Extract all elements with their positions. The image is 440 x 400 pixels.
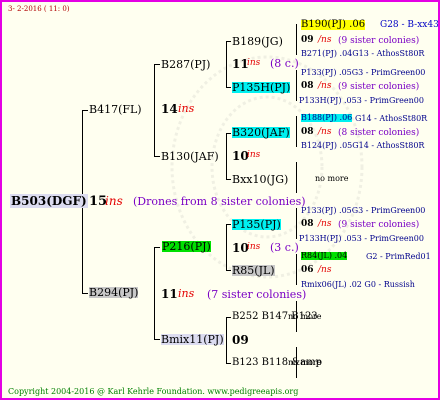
gen3-a-note: (8 c.): [270, 57, 299, 70]
gen2-b-ins: ins: [247, 150, 261, 160]
leaf-0-number: 09: [301, 35, 314, 45]
leaf-1-queen[interactable]: P133(PJ) .05G3 - PrimGreen00: [301, 69, 425, 77]
connector: [296, 208, 297, 239]
gen3-queen-b[interactable]: P135H(PJ): [232, 82, 291, 93]
leaf-2-drone[interactable]: B124(PJ) .05G14 - AthosSt80R: [301, 142, 424, 150]
connector: [154, 339, 160, 340]
leaf-4-queen[interactable]: P133(PJ) .05G3 - PrimGreen00: [301, 207, 425, 215]
connector: [154, 156, 160, 157]
connector: [154, 247, 160, 248]
dam-insemination-number: 11: [161, 287, 178, 301]
leaf-0-ins: /ns: [318, 35, 332, 45]
leaf-1-ins: /ns: [318, 81, 332, 91]
connector: [226, 317, 231, 318]
sire-insemination-number: 14: [161, 102, 178, 116]
leaf-7-no-more: no more: [288, 358, 322, 367]
gen3-queen-c[interactable]: B320(JAF): [232, 127, 290, 138]
gen3-queen-d[interactable]: Bxx10(JG): [232, 174, 288, 185]
connector: [82, 110, 88, 111]
date-stamp: 3- 2-2016 ( 11: 0): [8, 5, 70, 13]
leaf-2-number: 08: [301, 127, 314, 137]
gen3-a-ins: ins: [247, 58, 261, 68]
leaf-6-no-more: no more: [288, 312, 322, 321]
root-queen-id[interactable]: B503(DGF): [10, 194, 88, 208]
leaf-1-drone[interactable]: P133H(PJ) .053 - PrimGreen00: [299, 97, 424, 105]
sire-queen-id[interactable]: B417(FL): [89, 104, 142, 115]
sire-ins-label: ins: [178, 102, 195, 115]
leaf-4-number: 08: [301, 219, 314, 229]
connector: [154, 64, 160, 65]
leaf-5-drone[interactable]: Rmix06(JL) .02 G0 - Russish: [301, 281, 415, 289]
dam-queen-id[interactable]: B294(PJ): [89, 287, 139, 298]
leaf-1-number: 08: [301, 81, 314, 91]
connector: [226, 224, 231, 225]
connector: [226, 363, 231, 364]
leaf-5-number: 06: [301, 265, 314, 275]
connector: [226, 133, 227, 180]
connector: [226, 133, 231, 134]
leaf-4-note: (9 sister colonies): [338, 220, 420, 230]
leaf-2-queen[interactable]: B188(PJ) .06: [301, 114, 353, 122]
connector: [226, 317, 227, 364]
connector: [226, 179, 231, 180]
leaf-0-queen[interactable]: B190(PJ) .06: [301, 20, 366, 30]
connector: [296, 254, 297, 285]
dam-sister-note: (7 sister colonies): [207, 288, 307, 301]
gen2-d-number: 09: [232, 333, 249, 347]
connector: [296, 116, 297, 147]
connector: [226, 224, 227, 271]
connector: [154, 64, 155, 157]
dam-ins-label: ins: [178, 287, 195, 300]
gen3-queen-a[interactable]: B189(JG): [232, 36, 283, 47]
pedigree-frame: 3- 2-2016 ( 11: 0) B503(DGF) 15 ins (Dro…: [0, 0, 440, 400]
leaf-3-no-more: no more: [315, 174, 349, 183]
connector: [226, 41, 227, 88]
gen2-queen-a[interactable]: B287(PJ): [161, 59, 210, 70]
gen3-queen-f[interactable]: R85(JL): [232, 265, 275, 276]
connector: [226, 87, 231, 88]
leaf-0-note: (9 sister colonies): [338, 36, 420, 46]
gen3-queen-e[interactable]: P135(PJ): [232, 219, 281, 230]
connector: [154, 247, 155, 340]
leaf-5-queen[interactable]: R84(JL) .04: [301, 252, 348, 260]
leaf-1-note: (9 sister colonies): [338, 82, 420, 92]
leaf-2-code: G14 - AthosSt80R: [355, 114, 428, 123]
gen2-queen-c[interactable]: P216(PJ): [162, 241, 211, 252]
gen2-queen-d[interactable]: Bmix11(PJ): [161, 334, 224, 345]
leaf-5-ins: /ns: [318, 265, 332, 275]
leaf-2-ins: /ns: [318, 127, 332, 137]
leaf-4-ins: /ns: [318, 219, 332, 229]
gen2-c-ins: ins: [247, 242, 261, 252]
copyright-footer: Copyright 2004-2016 @ Karl Kehrle Founda…: [8, 387, 299, 396]
leaf-0-code: G28 - B-xx43: [380, 20, 439, 30]
connector: [226, 41, 231, 42]
leaf-2-note: (8 sister colonies): [338, 128, 420, 138]
connector: [296, 24, 297, 55]
root-drone-note: (Drones from 8 sister colonies): [133, 195, 306, 208]
leaf-4-drone[interactable]: P133H(PJ) .053 - PrimGreen00: [299, 235, 424, 243]
gen2-queen-b[interactable]: B130(JAF): [161, 151, 219, 162]
gen2-c-note: (3 c.): [270, 241, 299, 254]
connector: [296, 70, 297, 101]
watermark-bee-graphic: [170, 55, 364, 279]
root-ins-label: ins: [105, 194, 123, 208]
connector: [296, 162, 297, 193]
leaf-0-drone[interactable]: B271(PJ) .04G13 - AthosSt80R: [301, 50, 424, 58]
leaf-5-code: G2 - PrimRed01: [366, 252, 431, 261]
connector: [82, 293, 88, 294]
connector: [226, 270, 231, 271]
